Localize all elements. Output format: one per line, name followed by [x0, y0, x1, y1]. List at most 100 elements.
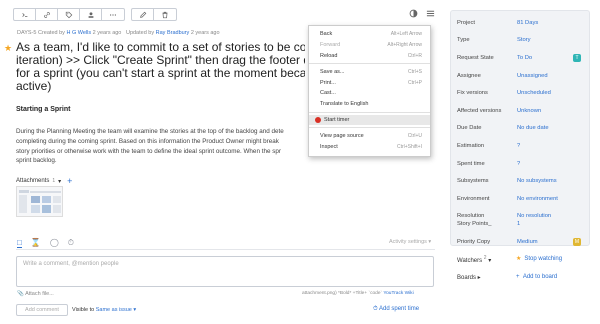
field-value[interactable]: 1 — [517, 221, 520, 227]
comments-tab-icon[interactable]: □ — [17, 238, 22, 248]
updated-by-link[interactable]: Ray Bradbury — [156, 30, 190, 36]
attach-file-label: Attach file... — [25, 291, 54, 297]
menu-item-start-timer[interactable]: Start timer — [309, 114, 430, 126]
delete-button[interactable] — [154, 9, 176, 20]
watchers-count: 2 — [483, 255, 487, 261]
user-button[interactable] — [80, 9, 102, 20]
history-tab-icon[interactable]: ⌛ — [31, 238, 41, 248]
command-button[interactable] — [14, 9, 36, 20]
description-line: sprint backlog. — [16, 157, 57, 165]
add-attachment-icon[interactable]: + — [67, 176, 72, 186]
attachment-thumbnail[interactable] — [16, 186, 63, 217]
menu-item-cast[interactable]: Cast... — [309, 88, 430, 99]
tag-button[interactable] — [58, 9, 80, 20]
field-value[interactable]: 81 Days — [517, 20, 538, 26]
field-value[interactable]: No subsystems — [517, 178, 557, 184]
field-value[interactable]: No due date — [517, 125, 549, 131]
activity-tabs: □ ⌛ ◯ ⏱ — [17, 238, 74, 248]
menu-shortcut: Ctrl+Shift+I — [396, 143, 422, 150]
field-value[interactable]: No environment — [517, 196, 558, 202]
issue-toolbar — [13, 8, 183, 21]
field-request-state[interactable]: Request State To Do T — [451, 49, 591, 67]
menu-item-back[interactable]: Back Alt+Left Arrow — [309, 29, 430, 40]
description-line: During the Planning Meeting the team wil… — [16, 128, 284, 135]
chevron-down-icon[interactable]: ▾ — [58, 178, 61, 185]
menu-item-inspect[interactable]: Inspect Ctrl+Shift+I — [309, 141, 430, 152]
stop-watching-button[interactable]: ★ Stop watching — [516, 255, 562, 262]
field-project[interactable]: Project 81 Days — [451, 14, 591, 32]
menu-shortcut: Ctrl+S — [407, 68, 422, 75]
more-icon — [109, 13, 117, 16]
activity-settings[interactable]: Activity settings ▾ — [389, 239, 431, 245]
updated-label: Updated by — [125, 30, 155, 36]
visibility-selector[interactable]: Visible to Same as issue ▾ — [72, 307, 136, 313]
worklog-tab-icon[interactable]: ⏱ — [68, 238, 74, 248]
menu-item-reload[interactable]: Reload Ctrl+R — [309, 51, 430, 62]
trash-icon — [162, 11, 168, 18]
link-icon — [43, 11, 50, 18]
menu-label: View page source — [320, 132, 364, 139]
terminal-icon — [21, 12, 27, 17]
description-line: story priorities or otherwise work with … — [16, 147, 281, 155]
edit-button[interactable] — [132, 9, 154, 20]
field-estimation[interactable]: Estimation? — [451, 137, 591, 155]
menu-icon[interactable] — [426, 9, 435, 18]
star-icon[interactable]: ★ — [4, 43, 12, 54]
menu-item-view-source[interactable]: View page source Ctrl+U — [309, 130, 430, 141]
pencil-icon — [139, 11, 146, 18]
menu-label: Translate to English — [320, 101, 369, 108]
state-badge: T — [573, 53, 581, 62]
add-comment-button[interactable]: Add comment — [16, 304, 68, 316]
more-button[interactable] — [102, 9, 124, 20]
timer-icon — [315, 116, 321, 123]
field-due-date[interactable]: Due Date No due date — [451, 120, 591, 138]
field-label: Request State — [457, 54, 494, 61]
field-spent-time[interactable]: Spent time? — [451, 155, 591, 173]
title-line: for a sprint (you can't start a sprint a… — [16, 67, 305, 80]
field-fix-versions[interactable]: Fix versions Unscheduled — [451, 84, 591, 102]
field-label: Type — [457, 37, 470, 44]
created-by-link[interactable]: H G Wells — [66, 30, 91, 36]
menu-item-save-as[interactable]: Save as... Ctrl+S — [309, 66, 430, 77]
field-type[interactable]: Type Story — [451, 32, 591, 50]
field-subsystems[interactable]: Subsystems No subsystems — [451, 172, 591, 190]
menu-item-translate[interactable]: Translate to English — [309, 99, 430, 110]
toolbar-group-main — [13, 8, 125, 21]
menu-label: Forward — [320, 42, 341, 49]
field-value[interactable]: ? — [517, 161, 520, 167]
watchers-label: Watchers — [457, 258, 483, 264]
field-assignee[interactable]: Assignee Unassigned — [451, 67, 591, 85]
formatting-hint: attachment.png) *Bold* +Title+ `code` Yo… — [302, 291, 414, 296]
menu-separator — [309, 111, 430, 113]
menu-shortcut: Alt+Left Arrow — [390, 31, 422, 38]
created-label: Created by — [38, 30, 65, 36]
field-environment[interactable]: Environment No environment — [451, 190, 591, 208]
field-value[interactable]: Story — [517, 37, 531, 43]
visible-value[interactable]: Same as issue ▾ — [96, 307, 136, 313]
issue-fields-panel: Project 81 Days Type Story Request State To… — [450, 10, 590, 246]
vcs-tab-icon[interactable]: ◯ — [50, 238, 59, 248]
field-priority-copy[interactable]: Priority Copy Medium M — [451, 233, 591, 251]
comment-input[interactable]: Write a comment, @mention people — [16, 256, 434, 287]
field-affected-versions[interactable]: Affected versions Unknown — [451, 102, 591, 120]
field-value[interactable]: Unknown — [517, 108, 541, 114]
attach-file-link[interactable]: 📎 Attach file... — [17, 291, 54, 297]
field-label: Story Points_ — [457, 220, 492, 227]
field-story-points[interactable]: Story Points_ 1 — [451, 215, 591, 233]
field-value[interactable]: Medium — [517, 239, 538, 245]
add-spent-time-button[interactable]: ⏱ Add spent time — [373, 306, 419, 313]
boards-header[interactable]: Boards ▸ — [457, 274, 481, 281]
menu-separator — [309, 63, 430, 65]
field-value[interactable]: ? — [517, 143, 520, 149]
menu-item-print[interactable]: Print... Ctrl+P — [309, 77, 430, 88]
watchers-header[interactable]: Watchers 2 ▾ — [457, 255, 491, 264]
add-to-board-button[interactable]: + Add to board — [516, 274, 557, 280]
link-button[interactable] — [36, 9, 58, 20]
field-value[interactable]: Unscheduled — [517, 90, 551, 96]
youtrack-wiki-link[interactable]: YouTrack Wiki — [383, 291, 413, 296]
field-label: Estimation — [457, 142, 485, 149]
issue-id[interactable]: DAYS-5 — [17, 30, 36, 36]
contrast-icon[interactable] — [409, 9, 418, 18]
field-value[interactable]: To Do — [517, 55, 532, 61]
field-value[interactable]: Unassigned — [517, 73, 548, 79]
